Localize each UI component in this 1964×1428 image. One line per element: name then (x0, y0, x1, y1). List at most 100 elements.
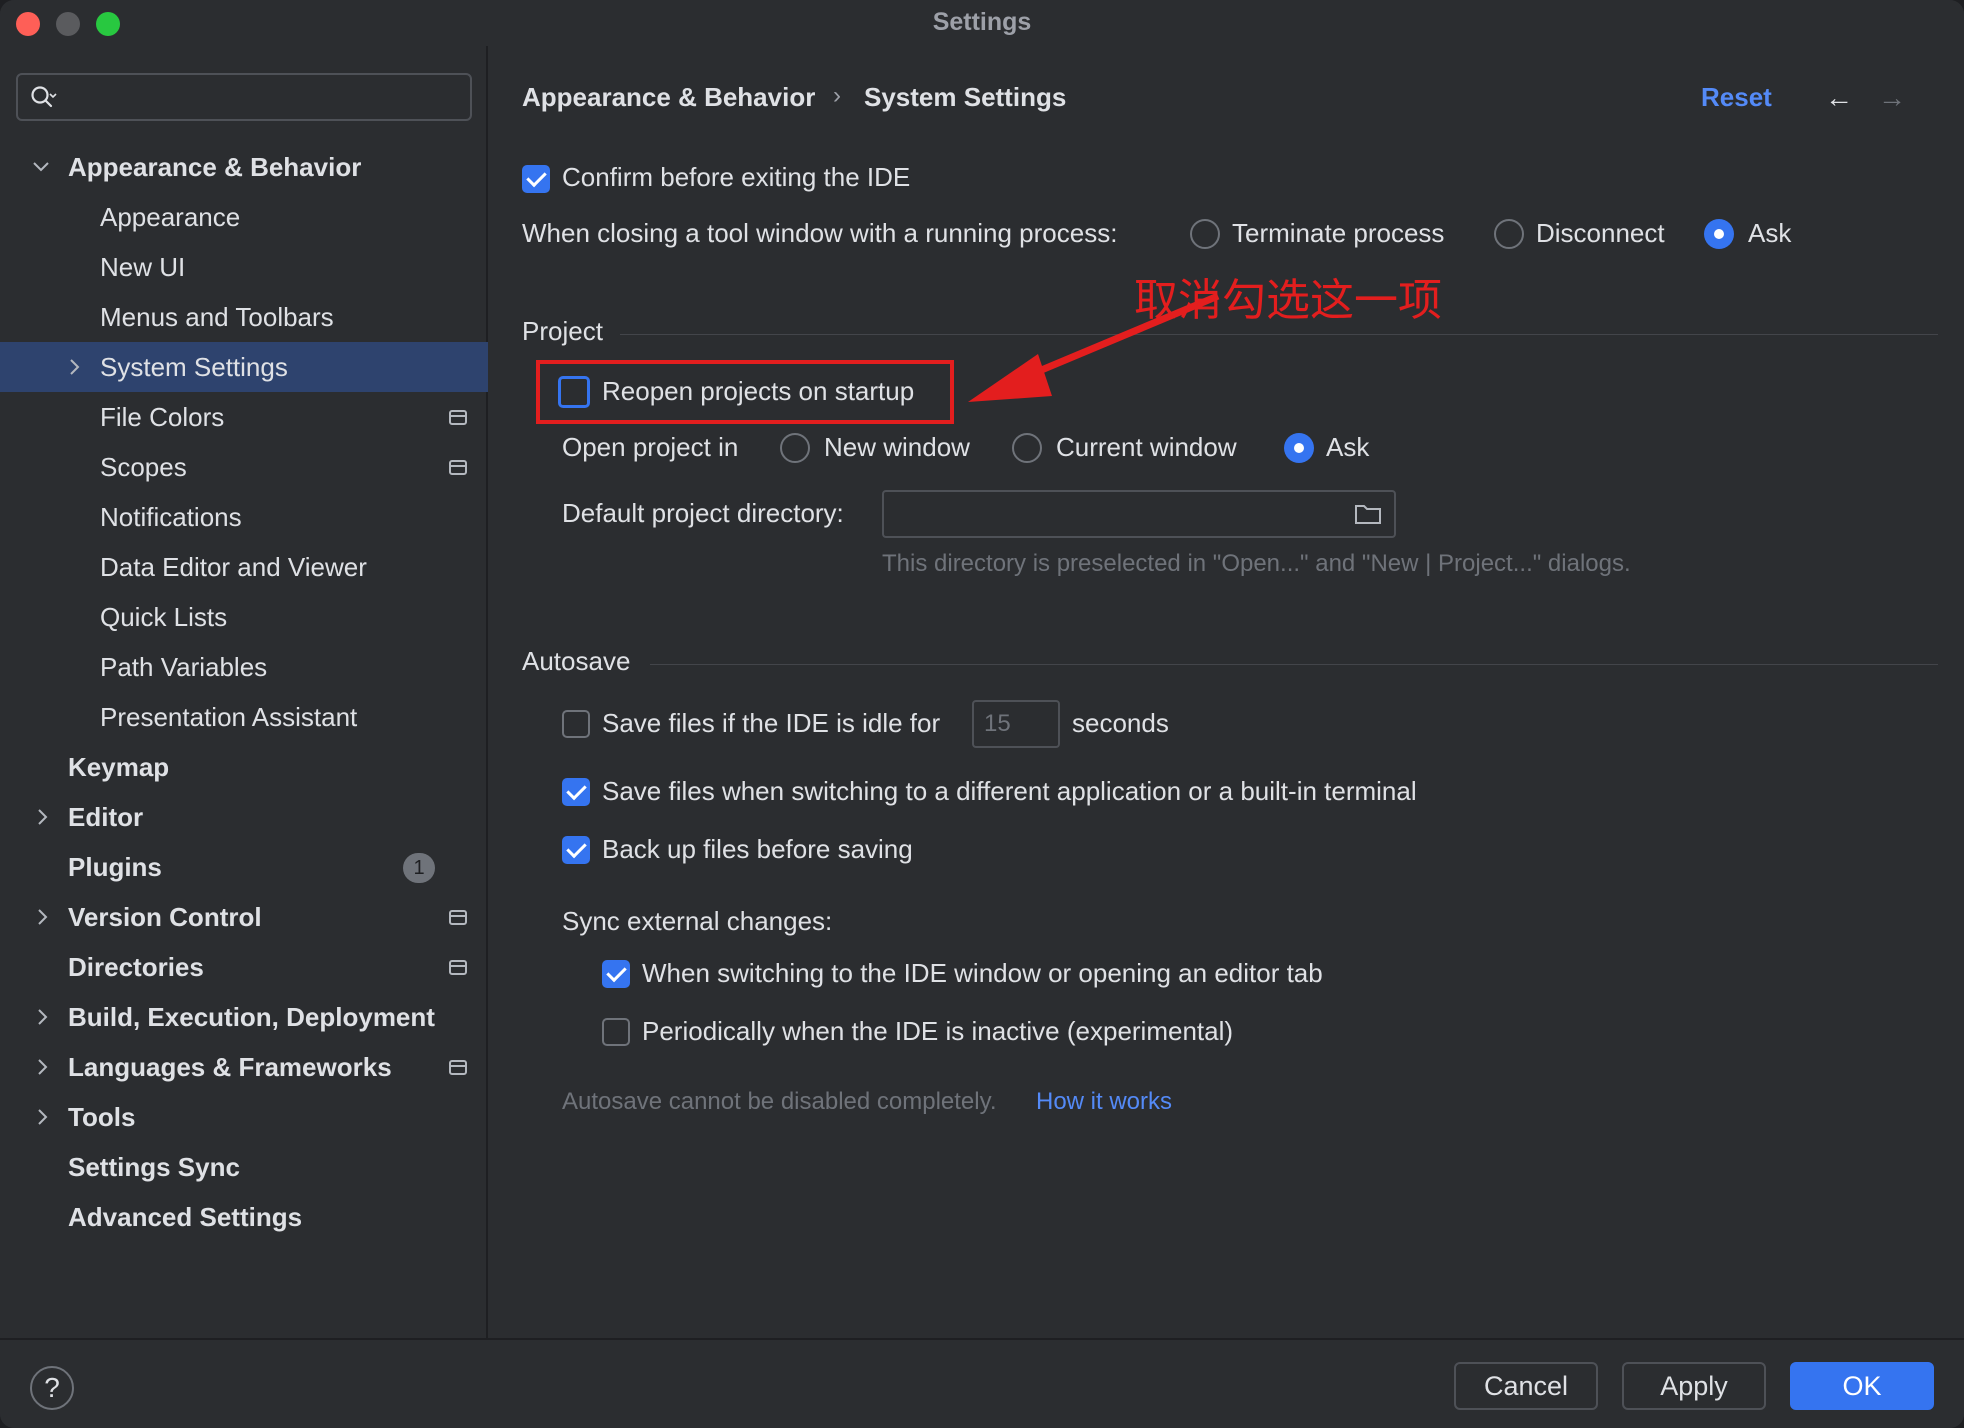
default-directory-label: Default project directory: (562, 498, 844, 528)
sidebar-item-label: Editor (68, 802, 144, 832)
save-idle-checkbox[interactable] (562, 710, 590, 738)
sidebar-item-system-settings[interactable]: System Settings (0, 342, 488, 392)
sidebar-item-presentation-assistant[interactable]: Presentation Assistant (0, 692, 488, 742)
sidebar-item-version-control[interactable]: Version Control (0, 892, 488, 942)
sync-switching-checkbox[interactable] (602, 960, 630, 988)
how-it-works-link[interactable]: How it works (1036, 1088, 1172, 1116)
current-window-label[interactable]: Current window (1056, 432, 1237, 463)
title-bar: Settings (0, 0, 1964, 46)
apply-button[interactable]: Apply (1622, 1362, 1766, 1410)
project-section-title: Project (522, 316, 603, 346)
disconnect-label[interactable]: Disconnect (1536, 218, 1665, 249)
plugins-update-badge: 1 (403, 853, 435, 883)
terminate-process-radio[interactable] (1190, 219, 1220, 249)
search-input[interactable] (16, 73, 472, 121)
idle-seconds-value: 15 (984, 710, 1011, 737)
sidebar-item-menus-toolbars[interactable]: Menus and Toolbars (0, 292, 488, 342)
settings-content: Appearance & Behavior › System Settings … (490, 46, 1964, 1338)
sidebar-item-label: Scopes (100, 452, 187, 482)
sidebar-item-appearance-behavior[interactable]: Appearance & Behavior (0, 142, 488, 192)
project-level-icon (449, 1060, 467, 1075)
sidebar-item-notifications[interactable]: Notifications (0, 492, 488, 542)
sidebar-item-keymap[interactable]: Keymap (0, 742, 488, 792)
reopen-projects-checkbox[interactable] (558, 376, 590, 408)
open-project-in-label: Open project in (562, 432, 739, 462)
sidebar-item-label: Path Variables (100, 652, 268, 682)
settings-window: Settings Appearance & Behavior Appearanc… (0, 0, 1964, 1428)
project-level-icon (449, 410, 467, 425)
breadcrumb-current: System Settings (864, 82, 1067, 112)
back-arrow-icon[interactable]: ← (1825, 82, 1853, 114)
sidebar-item-label: Quick Lists (100, 602, 228, 632)
folder-icon[interactable] (1354, 503, 1382, 525)
ask-open-radio[interactable] (1284, 433, 1314, 463)
chevron-down-icon[interactable] (31, 155, 51, 179)
ok-button[interactable]: OK (1790, 1362, 1934, 1410)
sidebar-item-plugins[interactable]: Plugins 1 (0, 842, 488, 892)
new-window-label[interactable]: New window (824, 432, 970, 463)
sidebar-item-tools[interactable]: Tools (0, 1092, 488, 1142)
save-switching-checkbox[interactable] (562, 778, 590, 806)
sidebar-item-advanced-settings[interactable]: Advanced Settings (0, 1192, 488, 1242)
sidebar-item-editor[interactable]: Editor (0, 792, 488, 842)
window-title: Settings (932, 8, 1032, 36)
sidebar-item-label: Appearance (100, 202, 241, 232)
project-level-icon (449, 460, 467, 475)
autosave-note: Autosave cannot be disabled completely. (562, 1088, 997, 1115)
sidebar-item-label: Menus and Toolbars (100, 302, 334, 332)
reopen-projects-label: Reopen projects on startup (602, 376, 915, 406)
sync-external-label: Sync external changes: (562, 906, 833, 936)
cancel-button[interactable]: Cancel (1454, 1362, 1598, 1410)
disconnect-radio[interactable] (1494, 219, 1524, 249)
sidebar-item-appearance[interactable]: Appearance (0, 192, 488, 242)
sidebar-item-directories[interactable]: Directories (0, 942, 488, 992)
save-idle-label: Save files if the IDE is idle for (602, 708, 941, 738)
sync-periodic-label: Periodically when the IDE is inactive (e… (642, 1016, 1234, 1046)
reset-link[interactable]: Reset (1701, 82, 1772, 113)
chevron-right-icon[interactable] (32, 1005, 52, 1029)
new-window-radio[interactable] (780, 433, 810, 463)
confirm-exit-label: Confirm before exiting the IDE (562, 162, 911, 192)
dialog-footer: ? Cancel Apply OK (0, 1338, 1964, 1428)
sidebar-item-scopes[interactable]: Scopes (0, 442, 488, 492)
project-level-icon (449, 910, 467, 925)
sidebar-item-new-ui[interactable]: New UI (0, 242, 488, 292)
help-icon[interactable]: ? (30, 1366, 74, 1410)
sidebar-item-build-execution[interactable]: Build, Execution, Deployment (0, 992, 488, 1042)
current-window-radio[interactable] (1012, 433, 1042, 463)
ask-closing-radio[interactable] (1704, 219, 1734, 249)
sidebar-item-file-colors[interactable]: File Colors (0, 392, 488, 442)
sidebar-item-label: Settings Sync (68, 1152, 240, 1182)
sidebar-item-quick-lists[interactable]: Quick Lists (0, 592, 488, 642)
seconds-label: seconds (1072, 708, 1169, 738)
terminate-process-label[interactable]: Terminate process (1232, 218, 1444, 249)
sidebar-item-label: Languages & Frameworks (68, 1052, 392, 1082)
chevron-right-icon[interactable] (64, 355, 84, 379)
confirm-exit-checkbox[interactable] (522, 165, 550, 193)
default-directory-field[interactable] (882, 490, 1396, 538)
ask-open-label[interactable]: Ask (1326, 432, 1369, 463)
settings-sidebar: Appearance & Behavior Appearance New UI … (0, 46, 488, 1338)
chevron-right-icon[interactable] (32, 905, 52, 929)
default-directory-hint: This directory is preselected in "Open..… (882, 550, 1631, 577)
forward-arrow-icon[interactable]: → (1878, 82, 1906, 114)
ask-closing-label[interactable]: Ask (1748, 218, 1791, 249)
sidebar-item-label: Keymap (68, 752, 170, 782)
chevron-right-icon[interactable] (32, 1105, 52, 1129)
sidebar-item-settings-sync[interactable]: Settings Sync (0, 1142, 488, 1192)
backup-files-checkbox[interactable] (562, 836, 590, 864)
sidebar-item-label: Appearance & Behavior (68, 152, 362, 182)
search-icon (31, 86, 57, 108)
sidebar-item-label: Data Editor and Viewer (100, 552, 367, 582)
sidebar-item-label: Notifications (100, 502, 242, 532)
sidebar-item-languages-frameworks[interactable]: Languages & Frameworks (0, 1042, 488, 1092)
sidebar-item-data-editor[interactable]: Data Editor and Viewer (0, 542, 488, 592)
chevron-right-icon[interactable] (32, 1055, 52, 1079)
sync-periodic-checkbox[interactable] (602, 1018, 630, 1046)
chevron-right-icon[interactable] (32, 805, 52, 829)
idle-seconds-field[interactable]: 15 (972, 700, 1060, 748)
breadcrumb-parent[interactable]: Appearance & Behavior (522, 82, 815, 113)
sidebar-item-label: Version Control (68, 902, 262, 932)
sidebar-item-path-variables[interactable]: Path Variables (0, 642, 488, 692)
autosave-section-title: Autosave (522, 646, 631, 676)
